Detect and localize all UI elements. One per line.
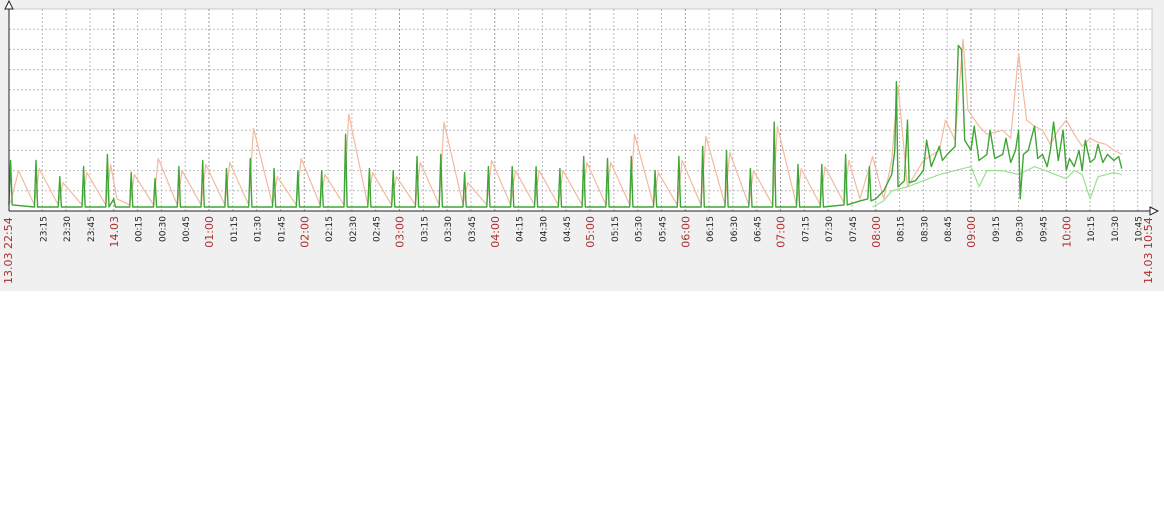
x-tick-label: 10:15 <box>1087 216 1097 242</box>
x-tick-label: 09:15 <box>992 216 1002 242</box>
x-tick-label: 00:15 <box>135 216 145 242</box>
x-tick-label: 09:00 <box>965 216 978 248</box>
x-tick-labels: 23:15 23:30 23:45 14.03 00:15 00:30 00:45 01:00… <box>39 216 1144 248</box>
x-tick-label: 03:00 <box>394 216 407 248</box>
x-tick-label: 06:00 <box>679 216 692 248</box>
x-tick-label: 04:00 <box>489 216 502 248</box>
x-tick-label: 08:00 <box>870 216 883 248</box>
graph-panel: 23:15 23:30 23:45 14.03 00:15 00:30 00:45 01:00… <box>0 0 1164 291</box>
x-tick-label: 06:15 <box>706 216 716 242</box>
x-tick-label: 00:30 <box>158 216 168 242</box>
x-tick-label: 07:15 <box>801 216 811 242</box>
x-end-label: 14.03 10:54 <box>1142 217 1155 284</box>
x-tick-label: 09:30 <box>1016 216 1026 242</box>
x-tick-label: 01:00 <box>203 216 216 248</box>
x-tick-label: 01:45 <box>277 216 287 242</box>
x-tick-label: 07:45 <box>849 216 859 242</box>
x-start-label: 13.03 22:54 <box>2 217 15 284</box>
x-tick-label: 08:30 <box>920 216 930 242</box>
x-tick-label: 03:45 <box>468 216 478 242</box>
x-tick-label: 03:15 <box>420 216 430 242</box>
x-tick-label: 03:30 <box>444 216 454 242</box>
x-tick-label: 05:45 <box>658 216 668 242</box>
x-tick-label: 05:15 <box>611 216 621 242</box>
x-tick-label: 04:45 <box>563 216 573 242</box>
time-series-graph: 23:15 23:30 23:45 14.03 00:15 00:30 00:45 01:00… <box>2 0 1160 284</box>
x-tick-label: 05:00 <box>584 216 597 248</box>
x-tick-label: 23:15 <box>39 216 49 242</box>
x-tick-label: 06:30 <box>730 216 740 242</box>
x-tick-label: 07:30 <box>825 216 835 242</box>
x-tick-label: 05:30 <box>635 216 645 242</box>
x-axis-arrow <box>1149 206 1160 216</box>
x-tick-label: 00:45 <box>182 216 192 242</box>
x-tick-label: 04:30 <box>539 216 549 242</box>
x-tick-label: 02:45 <box>373 216 383 242</box>
x-tick-label: 01:30 <box>254 216 264 242</box>
x-tick-label: 07:00 <box>775 216 788 248</box>
x-tick-label: 02:30 <box>349 216 359 242</box>
x-tick-label: 23:45 <box>87 216 97 242</box>
x-tick-label: 08:15 <box>897 216 907 242</box>
x-tick-label: 09:45 <box>1039 216 1049 242</box>
x-tick-label: 02:15 <box>325 216 335 242</box>
x-tick-label: 14.03 <box>108 216 121 248</box>
x-tick-label: 08:45 <box>944 216 954 242</box>
x-tick-label: 02:00 <box>298 216 311 248</box>
x-tick-label: 01:15 <box>230 216 240 242</box>
x-tick-label: 06:45 <box>754 216 764 242</box>
x-tick-label: 10:30 <box>1111 216 1121 242</box>
x-tick-label: 10:00 <box>1060 216 1073 248</box>
x-tick-label: 04:15 <box>516 216 526 242</box>
y-axis-arrow <box>4 0 14 10</box>
x-tick-label: 23:30 <box>63 216 73 242</box>
